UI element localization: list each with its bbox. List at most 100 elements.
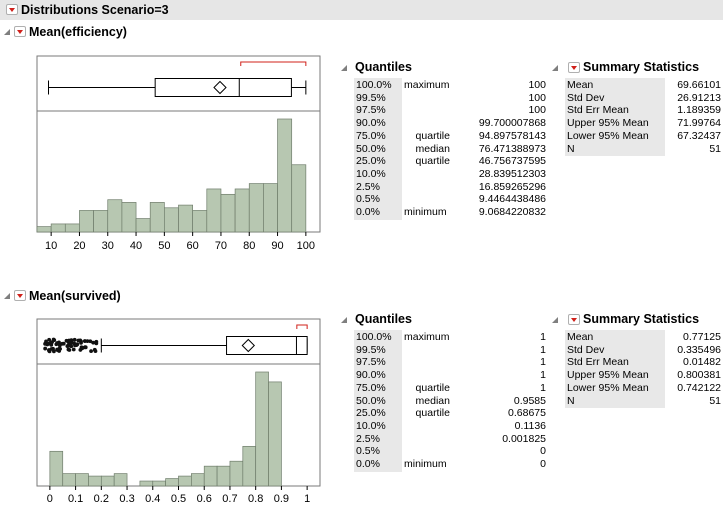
summary-value: 0.335496 — [677, 343, 721, 356]
axis-tick-label: 80 — [243, 240, 255, 252]
section2-summary-title: Summary Statistics — [583, 312, 700, 326]
summary-value: 0.742122 — [677, 381, 721, 394]
section1-summary-disclosure-icon[interactable] — [552, 65, 558, 71]
section1-quantiles-disclosure-icon[interactable] — [341, 65, 347, 71]
histogram-bar — [229, 460, 244, 487]
quantile-pct: 97.5% — [356, 356, 386, 369]
section1-menu-button[interactable] — [14, 26, 26, 37]
axis-tick-label: 60 — [187, 240, 199, 252]
summary-value: 1.189359 — [677, 104, 721, 117]
section1-summary-menu-button[interactable] — [568, 62, 580, 73]
histogram-bar — [277, 118, 293, 233]
outlier-point — [76, 338, 81, 343]
summary-label: Upper 95% Mean — [567, 369, 649, 382]
quantile-pct: 100.0% — [356, 331, 392, 343]
histogram-bar — [178, 204, 193, 233]
summary-value: 51 — [709, 394, 721, 407]
quantile-pct: 0.0% — [356, 206, 380, 218]
summary-value: 0.77125 — [683, 331, 721, 343]
quantile-pct: 99.5% — [356, 91, 386, 104]
summary-value: 51 — [709, 142, 721, 155]
section1-disclosure-icon[interactable] — [4, 29, 10, 35]
histogram-bar — [64, 223, 80, 233]
outlier-point — [55, 341, 60, 345]
axis-tick-label: 0.7 — [222, 493, 237, 505]
histogram-bar — [255, 371, 269, 487]
quantile-value: 76.471388973 — [478, 142, 546, 155]
boxplot-box — [226, 336, 308, 355]
quantile-pct: 90.0% — [356, 117, 386, 130]
histogram-bar — [121, 202, 137, 233]
histogram-bar — [93, 210, 109, 233]
summary-label: N — [567, 394, 575, 407]
quantile-value: 0 — [540, 458, 546, 470]
section1-title: Mean(efficiency) — [29, 25, 127, 39]
quantile-value: 0.001825 — [502, 432, 546, 445]
section1-distribution-plot: 10 20 30 40 50 60 70 80 90 100 — [36, 55, 321, 252]
histogram-bar — [268, 381, 282, 487]
quantile-value: 0 — [540, 445, 546, 458]
outlier-point — [69, 338, 74, 343]
section2-menu-button[interactable] — [14, 290, 26, 301]
quantile-value: 9.0684220832 — [478, 206, 546, 218]
section2-summary-table: Mean 0.77125 Std Dev 0.335496 Std Err Mean 0.… — [565, 330, 723, 420]
summary-value: 67.32437 — [677, 129, 721, 142]
quantile-value: 100 — [528, 79, 546, 91]
quantile-pct: 99.5% — [356, 343, 386, 356]
quantile-value: 1 — [540, 343, 546, 356]
quantile-label: quartile — [415, 155, 450, 168]
quantile-label: quartile — [415, 129, 450, 142]
axis-tick-label: 0.9 — [274, 493, 289, 505]
outlier-point — [49, 347, 54, 351]
quantile-value: 1 — [540, 369, 546, 382]
summary-value: 0.800381 — [677, 369, 721, 382]
summary-label: Std Dev — [567, 91, 605, 104]
histogram-bar — [88, 475, 102, 487]
quantile-pct: 75.0% — [356, 381, 386, 394]
histogram-bar — [49, 450, 64, 487]
section2-disclosure-icon[interactable] — [4, 293, 10, 299]
quantile-pct: 10.0% — [356, 167, 386, 180]
section1-quantiles-title: Quantiles — [355, 60, 412, 74]
quantile-pct: 10.0% — [356, 419, 386, 432]
histogram-bar — [263, 183, 278, 233]
scenario-title: Distributions Scenario=3 — [21, 3, 169, 17]
quantile-value: 0.1136 — [514, 419, 546, 432]
outlier-point — [68, 342, 73, 347]
quantile-value: 1 — [540, 356, 546, 369]
histogram-bar — [36, 226, 52, 233]
quantile-value: 99.700007868 — [478, 117, 546, 130]
outlier-point — [71, 347, 76, 352]
outlier-point — [74, 343, 79, 348]
axis-tick-label: 1 — [304, 493, 310, 505]
outlier-point — [46, 341, 51, 346]
summary-label: Std Dev — [567, 343, 605, 356]
summary-label: Lower 95% Mean — [567, 381, 649, 394]
quantile-pct: 2.5% — [356, 180, 380, 193]
scenario-menu-button[interactable] — [6, 4, 18, 15]
quantile-pct: 25.0% — [356, 155, 386, 168]
outlier-point — [47, 337, 52, 342]
quantile-value: 1 — [540, 331, 546, 343]
axis-tick-label: 0.8 — [248, 493, 263, 505]
outlier-point — [92, 347, 97, 352]
histogram-bar — [191, 473, 205, 487]
quantile-label: quartile — [415, 381, 450, 394]
quantile-label: median — [415, 394, 450, 407]
outlier-point — [72, 337, 77, 342]
histogram-bar — [248, 183, 264, 233]
section1-quantiles-table: 100.0% maximum 100 99.5% 100 97.5% 100 90.0% 99.… — [354, 78, 548, 264]
axis-tick-label: 20 — [73, 240, 85, 252]
histogram-bar — [50, 223, 66, 233]
quantile-value: 28.839512303 — [478, 167, 546, 180]
axis-tick-label: 90 — [271, 240, 283, 252]
section2-summary-disclosure-icon[interactable] — [552, 317, 558, 323]
histogram-bar — [242, 445, 257, 487]
section2-summary-menu-button[interactable] — [568, 314, 580, 325]
axis-tick-label: 0 — [47, 493, 53, 505]
section2-quantiles-disclosure-icon[interactable] — [341, 317, 347, 323]
histogram-bar — [107, 199, 123, 233]
quantile-pct: 25.0% — [356, 407, 386, 420]
quantile-pct: 2.5% — [356, 432, 380, 445]
summary-value: 71.99764 — [677, 117, 721, 130]
